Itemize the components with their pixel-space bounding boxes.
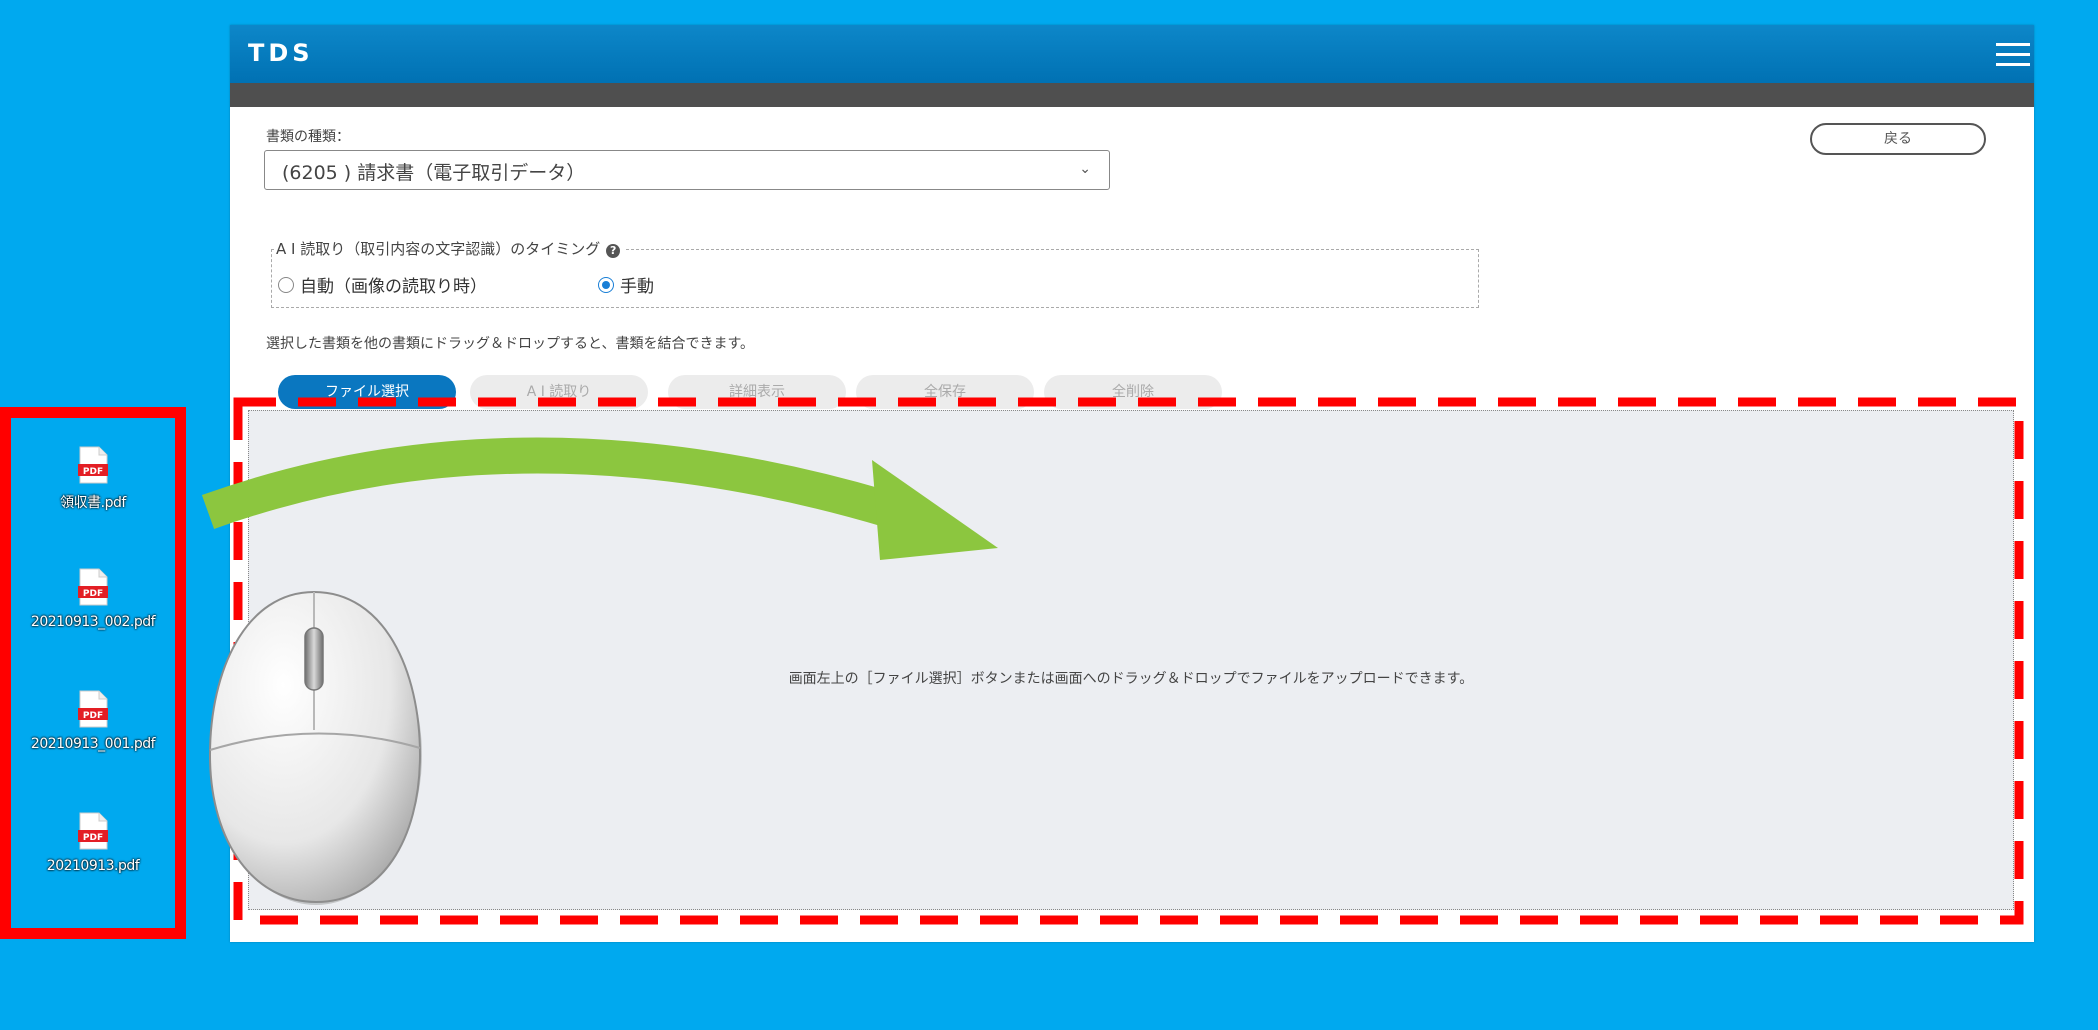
ai-timing-group: A I 読取り（取引内容の文字認識）のタイミング? 自動（画像の読取り時） 手動 bbox=[271, 238, 1479, 308]
help-icon[interactable]: ? bbox=[606, 244, 621, 258]
pdf-file-icon: PDF bbox=[78, 690, 108, 728]
pdf-file-icon: PDF bbox=[78, 446, 108, 484]
file-name: 領収書.pdf bbox=[60, 495, 126, 511]
ai-timing-legend: A I 読取り（取引内容の文字認識）のタイミング? bbox=[274, 238, 625, 259]
pdf-badge: PDF bbox=[83, 467, 103, 477]
merge-instruction: 選択した書類を他の書類にドラッグ＆ドロップすると、書類を結合できます。 bbox=[266, 336, 755, 352]
pdf-file-icon: PDF bbox=[78, 812, 108, 850]
chevron-down-icon: ⌄ bbox=[1079, 161, 1091, 177]
title-bar: TDS bbox=[230, 25, 2034, 83]
radio-manual[interactable]: 手動 bbox=[598, 272, 654, 297]
radio-manual-button[interactable] bbox=[598, 276, 614, 293]
pdf-badge: PDF bbox=[83, 833, 103, 843]
file-name: 20210913_001.pdf bbox=[30, 736, 156, 752]
upload-form: 書類の種類： (6205 ) 請求書（電子取引データ） ⌄ 戻る A I 読取り… bbox=[230, 107, 2034, 409]
doc-type-label: 書類の種類： bbox=[266, 129, 350, 145]
desktop-file[interactable]: PDF 20210913_001.pdf bbox=[11, 690, 175, 752]
desktop-file[interactable]: PDF 20210913.pdf bbox=[11, 812, 175, 874]
desktop-file[interactable]: PDF 20210913_002.pdf bbox=[11, 568, 175, 630]
doc-type-value: (6205 ) 請求書（電子取引データ） bbox=[282, 162, 586, 184]
arrow-icon bbox=[201, 437, 998, 560]
ai-timing-legend-text: A I 読取り（取引内容の文字認識）のタイミング bbox=[276, 240, 601, 258]
pdf-badge: PDF bbox=[83, 711, 103, 721]
radio-auto-button[interactable] bbox=[278, 276, 294, 293]
desktop-file[interactable]: PDF 領収書.pdf bbox=[11, 446, 175, 512]
doc-type-select[interactable]: (6205 ) 請求書（電子取引データ） ⌄ bbox=[264, 150, 1110, 190]
desktop-files-panel: PDF 領収書.pdf PDF 20210913_002.pdf PDF 202… bbox=[0, 407, 186, 939]
pdf-file-icon: PDF bbox=[78, 568, 108, 606]
desktop-files-area: PDF 領収書.pdf PDF 20210913_002.pdf PDF 202… bbox=[11, 418, 175, 928]
sub-header-bar bbox=[230, 83, 2034, 107]
radio-manual-label: 手動 bbox=[620, 277, 654, 297]
file-name: 20210913_002.pdf bbox=[30, 614, 156, 630]
back-button[interactable]: 戻る bbox=[1810, 123, 1986, 155]
hamburger-menu-icon[interactable] bbox=[1996, 39, 2030, 67]
mouse-icon bbox=[208, 590, 422, 905]
file-name: 20210913.pdf bbox=[46, 858, 140, 874]
pdf-badge: PDF bbox=[83, 589, 103, 599]
app-title: TDS bbox=[248, 39, 314, 67]
radio-auto[interactable]: 自動（画像の読取り時） bbox=[278, 272, 487, 297]
radio-auto-label: 自動（画像の読取り時） bbox=[300, 277, 487, 297]
